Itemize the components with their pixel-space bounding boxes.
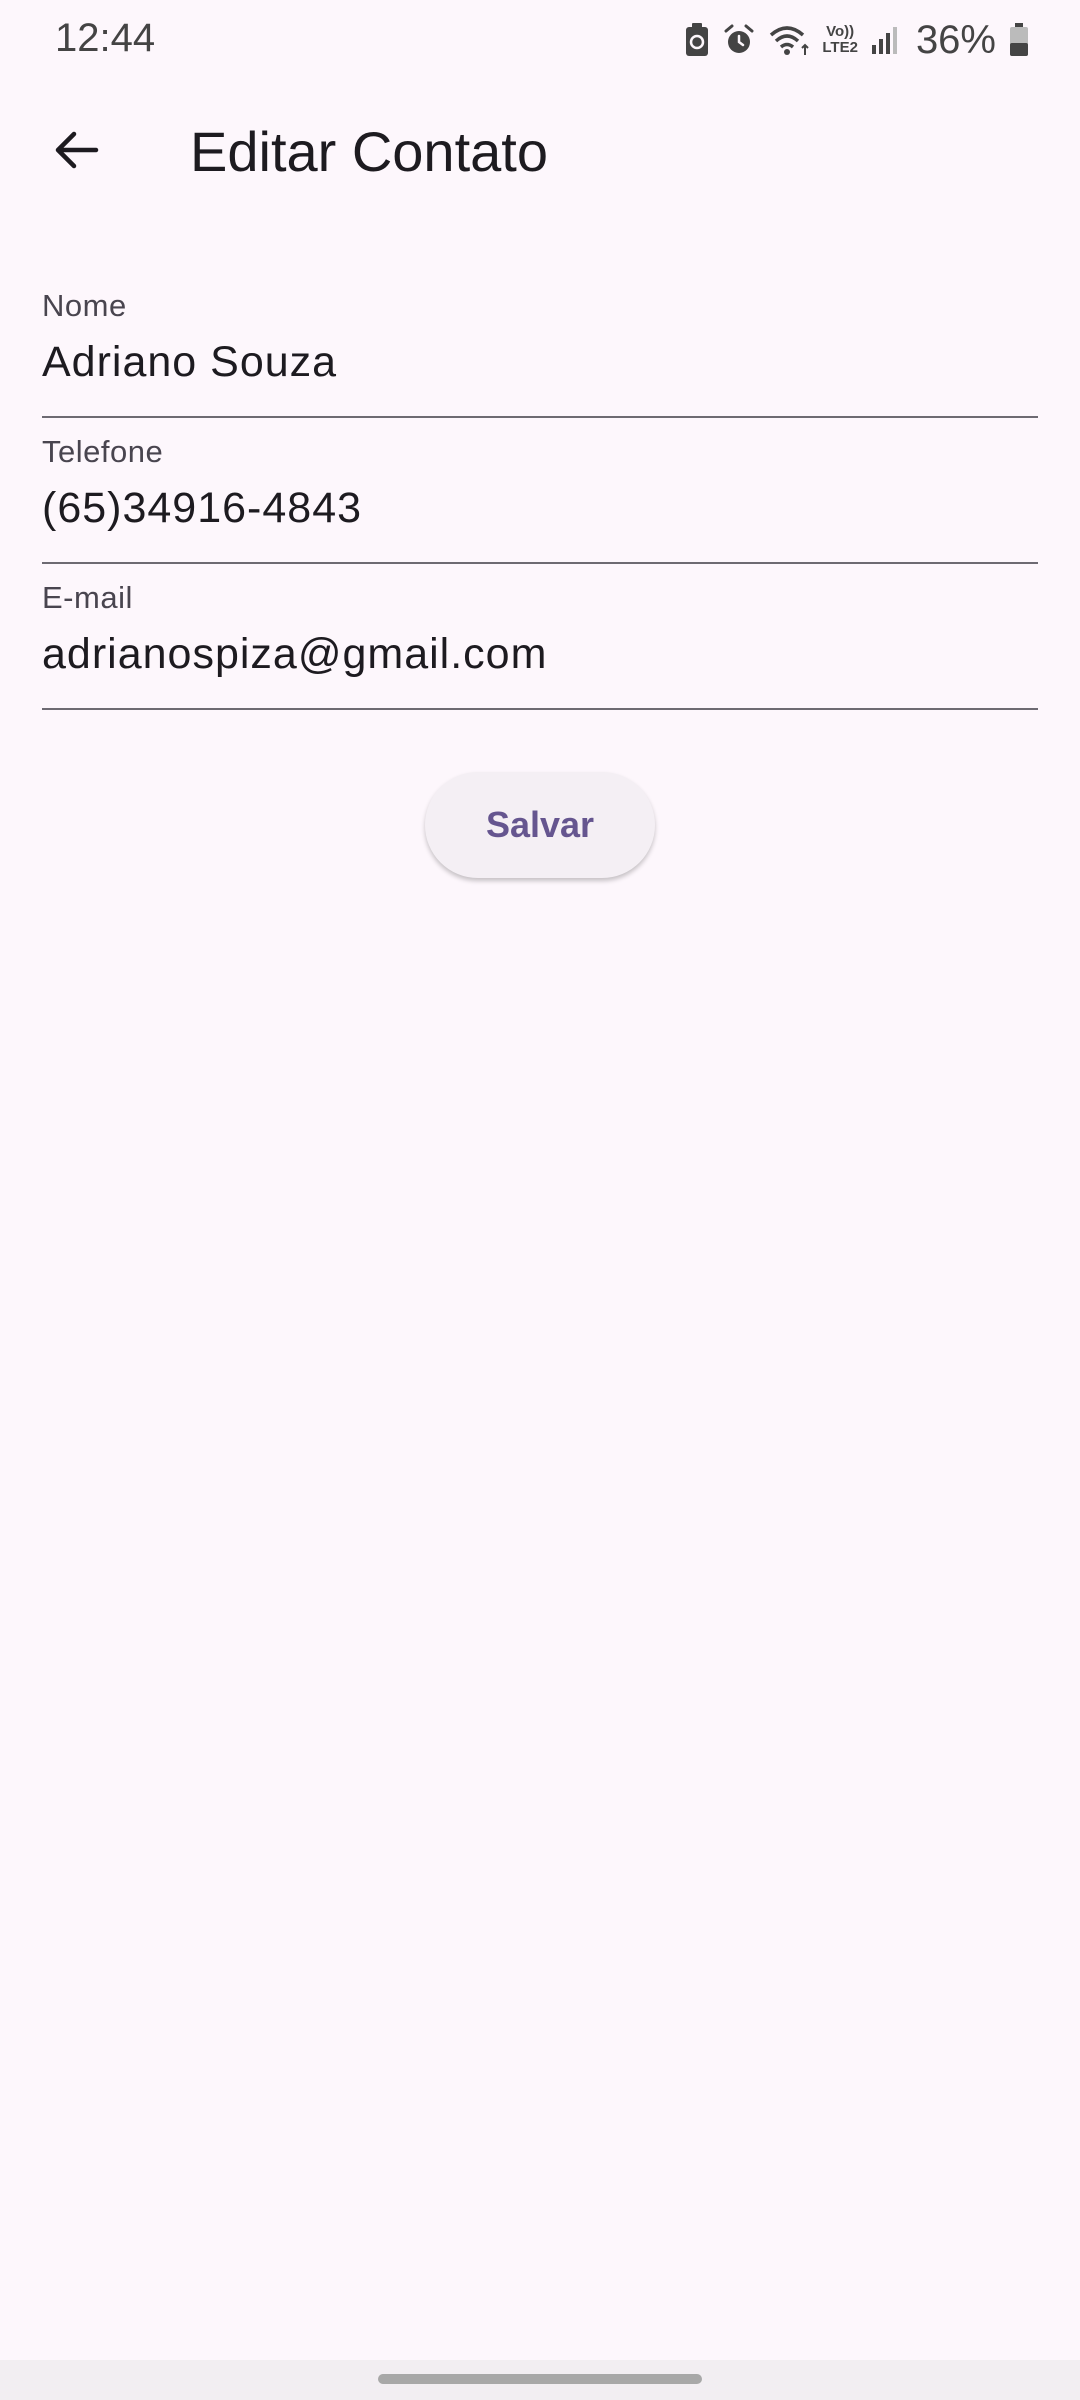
volte-label: Vo)) [826, 23, 855, 40]
battery-saver-icon [684, 22, 710, 58]
email-field-label: E-mail [42, 580, 133, 615]
save-button[interactable]: Salvar [425, 772, 655, 878]
back-button[interactable] [28, 104, 124, 200]
alarm-icon [722, 23, 756, 57]
contact-form: Nome Telefone E-mail [42, 272, 1038, 710]
volte-icon: Vo)) LTE2 [822, 24, 858, 56]
battery-icon [1008, 22, 1030, 58]
phone-input[interactable] [42, 480, 1038, 536]
lte-label: LTE2 [822, 39, 858, 56]
name-field-label: Nome [42, 288, 127, 323]
email-field: E-mail [42, 564, 1038, 710]
navigation-bar [0, 2360, 1080, 2400]
wifi-icon [768, 23, 810, 57]
home-indicator[interactable] [378, 2374, 702, 2384]
page-title: Editar Contato [190, 120, 548, 183]
name-field: Nome [42, 272, 1038, 418]
phone-field: Telefone [42, 418, 1038, 564]
battery-percent: 36% [915, 17, 996, 62]
status-icons: Vo)) LTE2 36% [684, 14, 1030, 66]
arrow-back-icon [52, 126, 100, 179]
phone-field-label: Telefone [42, 434, 164, 469]
email-input[interactable] [42, 626, 1038, 682]
status-bar: 12:44 Vo)) LTE2 36% [0, 0, 1080, 80]
signal-icon [870, 25, 900, 55]
name-input[interactable] [42, 334, 1038, 390]
app-bar: Editar Contato [0, 92, 1080, 212]
status-time: 12:44 [55, 16, 156, 60]
